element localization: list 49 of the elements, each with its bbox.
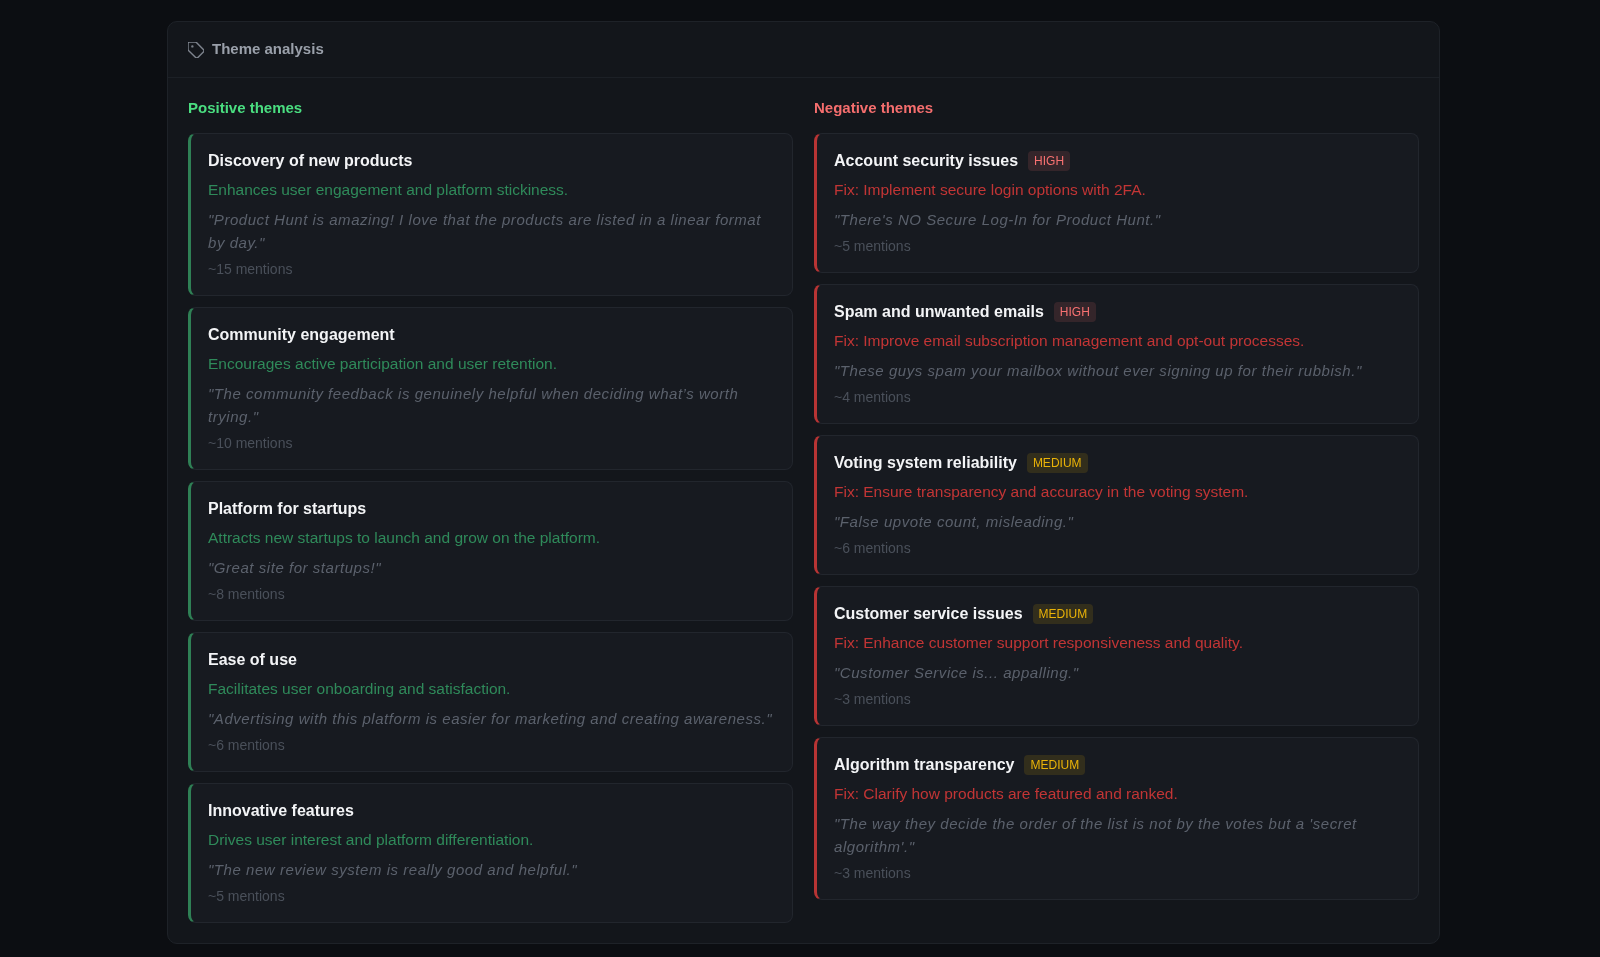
severity-tag: HIGH — [1028, 151, 1071, 171]
theme-title: Customer service issues — [834, 604, 1023, 624]
mention-count: ~4 mentions — [834, 388, 912, 407]
theme-title: Spam and unwanted emails — [834, 302, 1044, 322]
theme-description: Facilitates user onboarding and satisfaction. — [208, 679, 512, 699]
quote-text: "These guys spam your mailbox without ever signing up for their rubbish." — [834, 361, 1363, 381]
theme-title: Innovative features — [208, 801, 354, 821]
theme-description: Attracts new startups to launch and grow on the platform. — [208, 528, 601, 548]
quote-text: "Great site for startups!" — [208, 558, 383, 578]
mention-count: ~5 mentions — [834, 237, 912, 256]
quote-text: "The way they decide the order of the list is not by the votes but a 'secret algorithm'." — [834, 814, 1358, 857]
theme-description: Enhances user engagement and platform stickiness. — [208, 180, 570, 200]
fix-text: Fix: Clarify how products are featured and ranked. — [834, 784, 1179, 804]
mention-count: ~6 mentions — [208, 736, 286, 755]
quote-text: "The new review system is really good and helpful." — [208, 860, 579, 880]
theme-title: Discovery of new products — [208, 151, 413, 171]
fix-text: Fix: Improve email subscription management and opt-out processes. — [834, 331, 1306, 351]
severity-tag: MEDIUM — [1026, 453, 1088, 473]
severity-tag: MEDIUM — [1024, 755, 1086, 775]
quote-text: "There's NO Secure Log-In for Product Hunt." — [834, 210, 1162, 230]
quote-text: "Advertising with this platform is easier for marketing and creating awareness." — [208, 709, 774, 729]
panel-title: Theme analysis — [212, 39, 324, 60]
fix-text: Fix: Implement secure login options with 2FA. — [834, 180, 1147, 200]
quote-text: "False upvote count, misleading." — [834, 512, 1075, 532]
mention-count: ~3 mentions — [834, 690, 912, 709]
theme-title: Platform for startups — [208, 499, 367, 519]
quote-text: "Product Hunt is amazing! I love that the products are listed in a linear format by day." — [208, 210, 762, 253]
mention-count: ~3 mentions — [834, 864, 912, 883]
quote-text: "Customer Service is... appalling." — [834, 663, 1080, 683]
theme-title: Algorithm transparency — [834, 755, 1015, 775]
fix-text: Fix: Ensure transparency and accuracy in the voting system. — [834, 482, 1250, 502]
fix-text: Fix: Enhance customer support responsiveness and quality. — [834, 633, 1244, 653]
severity-tag: MEDIUM — [1032, 604, 1094, 624]
theme-description: Drives user interest and platform differentiation. — [208, 830, 535, 850]
mention-count: ~10 mentions — [208, 434, 294, 453]
theme-title: Community engagement — [208, 325, 395, 345]
theme-title: Ease of use — [208, 650, 297, 670]
theme-description: Encourages active participation and user retention. — [208, 354, 558, 374]
severity-tag: HIGH — [1053, 302, 1096, 322]
tag-icon — [188, 41, 204, 58]
theme-title: Voting system reliability — [834, 453, 1017, 473]
mention-count: ~6 mentions — [834, 539, 912, 558]
section-heading: Positive themes — [188, 98, 304, 118]
mention-count: ~15 mentions — [208, 260, 294, 279]
mention-count: ~5 mentions — [208, 887, 286, 906]
theme-title: Account security issues — [834, 151, 1019, 171]
section-heading: Negative themes — [814, 98, 935, 118]
quote-text: "The community feedback is genuinely helpful when deciding what’s worth trying." — [208, 384, 740, 427]
mention-count: ~8 mentions — [208, 585, 286, 604]
